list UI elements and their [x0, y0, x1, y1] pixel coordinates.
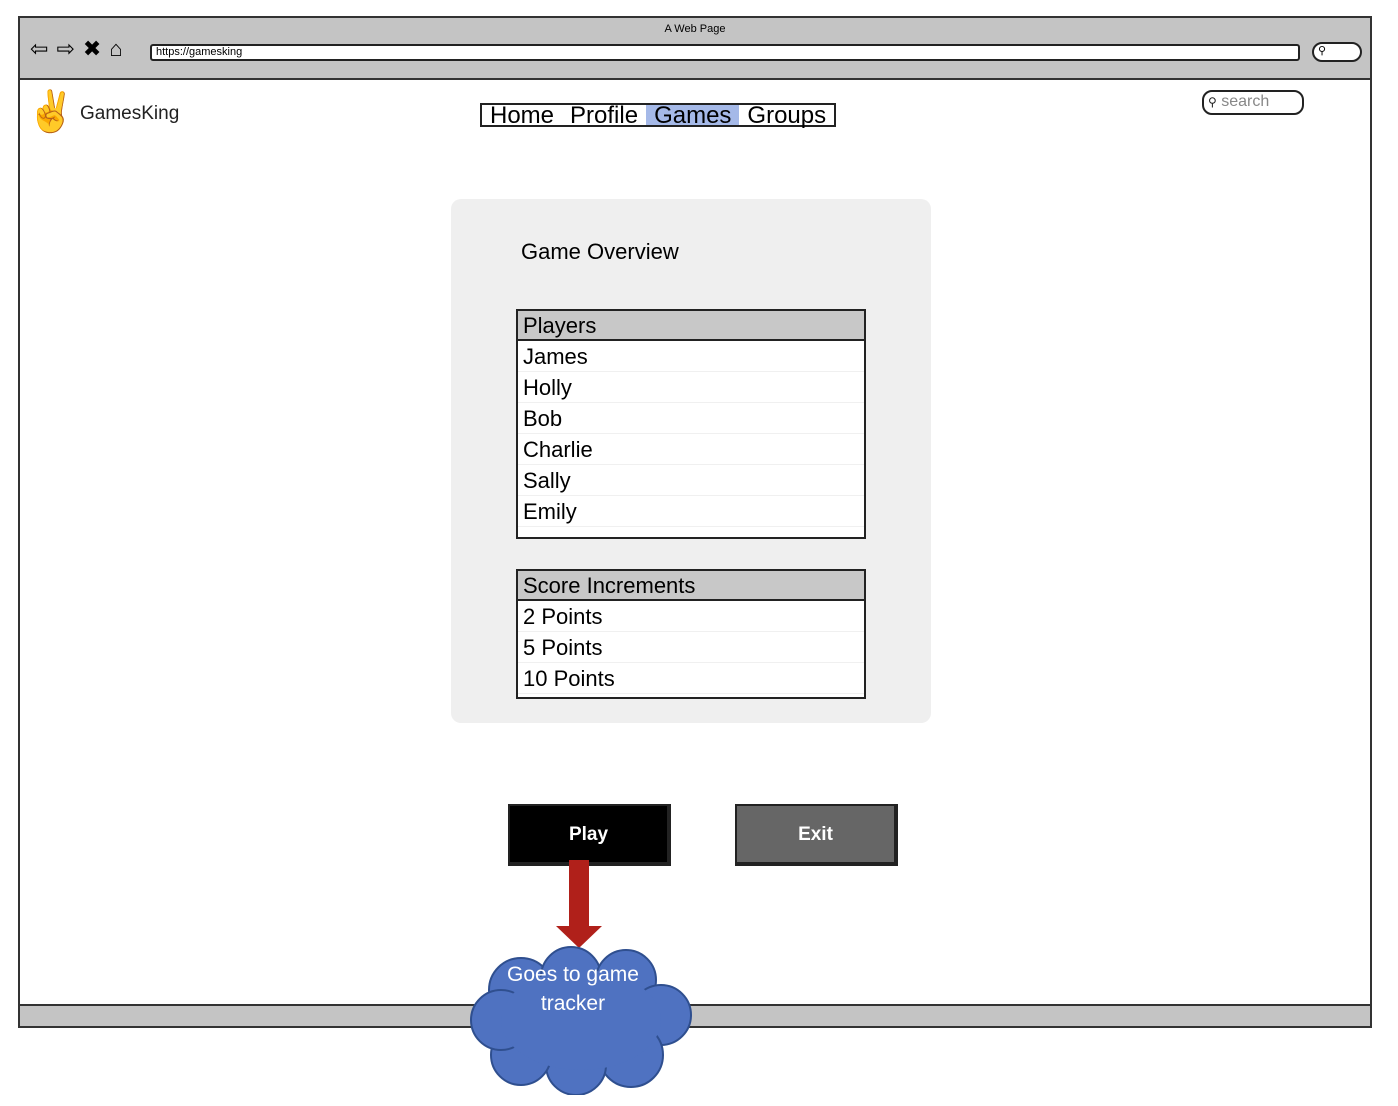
- score-header: Score Increments: [518, 571, 864, 601]
- game-overview-panel: Game Overview Players James Holly Bob Ch…: [451, 199, 931, 723]
- list-item[interactable]: Sally: [518, 465, 864, 496]
- url-bar[interactable]: https://gamesking: [150, 44, 1300, 61]
- peace-hand-logo-icon: ✌: [26, 90, 76, 134]
- cloud-note: Goes to game tracker: [507, 963, 639, 1015]
- exit-button[interactable]: Exit: [735, 804, 898, 866]
- list-item[interactable]: James: [518, 341, 864, 372]
- browser-search-icon[interactable]: ⚲: [1312, 42, 1362, 62]
- list-item[interactable]: 2 Points: [518, 601, 864, 632]
- list-item[interactable]: 10 Points: [518, 663, 864, 694]
- search-icon: ⚲: [1208, 95, 1217, 109]
- list-item[interactable]: Charlie: [518, 434, 864, 465]
- back-icon[interactable]: ⇦: [30, 36, 48, 62]
- window-title: A Web Page: [664, 23, 726, 35]
- search-placeholder: search: [1221, 93, 1270, 110]
- home-icon[interactable]: ⌂: [109, 36, 122, 62]
- list-item[interactable]: Holly: [518, 372, 864, 403]
- forward-icon[interactable]: ⇨: [56, 36, 74, 62]
- panel-title: Game Overview: [521, 239, 679, 264]
- nav-games[interactable]: Games: [646, 104, 740, 128]
- score-increments-list: Score Increments 2 Points 5 Points 10 Po…: [516, 569, 866, 699]
- nav-home[interactable]: Home: [482, 104, 562, 128]
- list-item[interactable]: Bob: [518, 403, 864, 434]
- close-icon[interactable]: ✖: [83, 36, 101, 62]
- search-input[interactable]: ⚲ search: [1202, 90, 1304, 115]
- arrow-down-icon: [556, 860, 602, 948]
- browser-toolbar: A Web Page ⇦ ⇨ ✖ ⌂ https://gamesking ⚲: [20, 18, 1370, 80]
- main-nav: Home Profile Games Groups: [480, 103, 837, 128]
- players-header: Players: [518, 311, 864, 341]
- list-item[interactable]: Emily: [518, 496, 864, 527]
- list-item[interactable]: 5 Points: [518, 632, 864, 663]
- nav-profile[interactable]: Profile: [562, 104, 646, 128]
- nav-groups[interactable]: Groups: [739, 104, 834, 128]
- play-button[interactable]: Play: [508, 804, 671, 866]
- brand-name: GamesKing: [80, 103, 180, 124]
- players-list: Players James Holly Bob Charlie Sally Em…: [516, 309, 866, 539]
